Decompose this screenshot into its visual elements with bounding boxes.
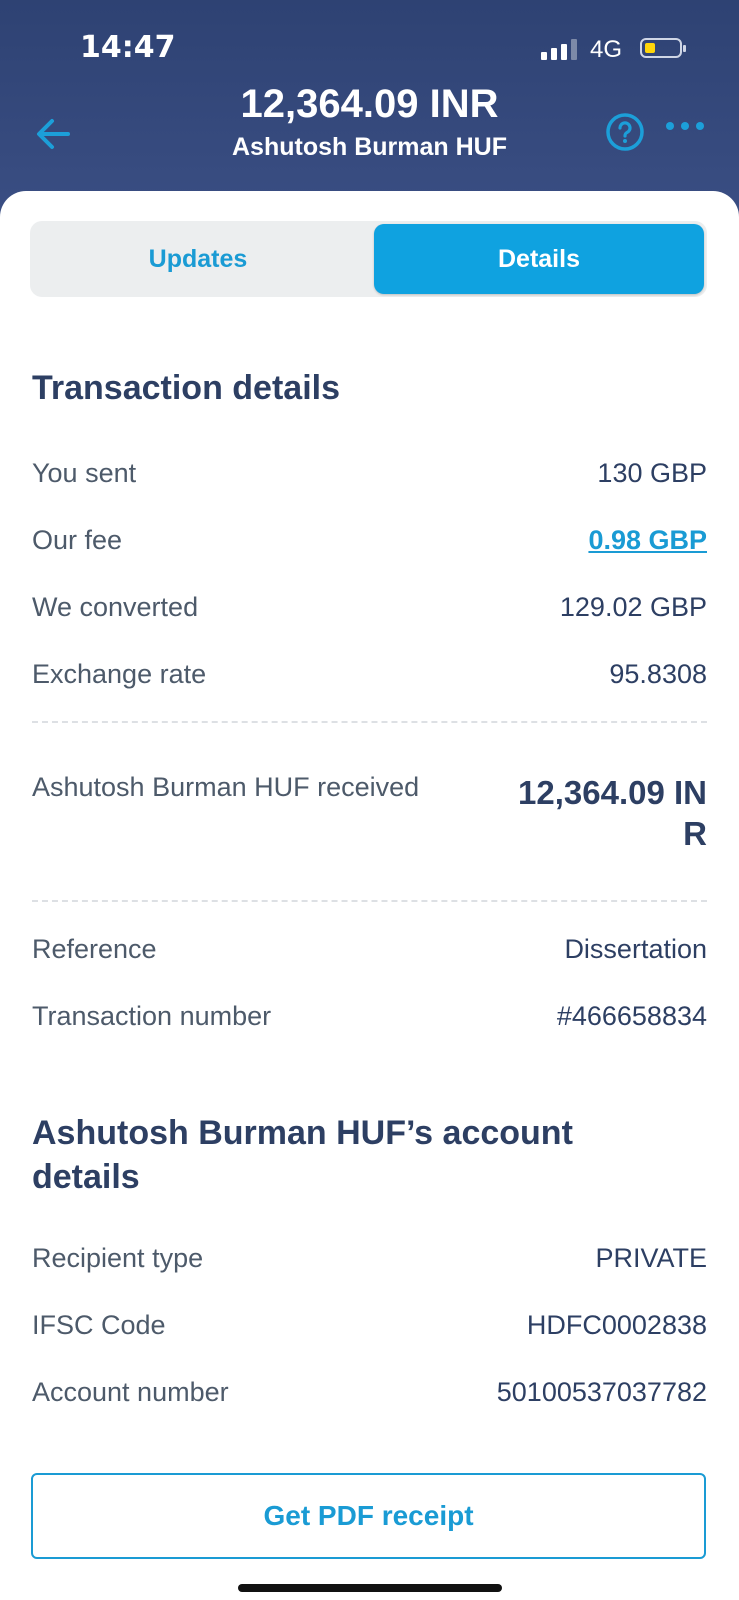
row-reference: Reference Dissertation — [32, 934, 707, 974]
recipient-type-value: PRIVATE — [595, 1243, 707, 1273]
more-dots-icon[interactable] — [666, 122, 704, 130]
divider — [32, 900, 707, 902]
ifsc-value: HDFC0002838 — [526, 1310, 707, 1340]
received-value: 12,364.09 INR — [518, 774, 707, 852]
row-account-number: Account number 50100537037782 — [32, 1377, 707, 1417]
fee-link[interactable]: 0.98 GBP — [588, 525, 707, 556]
account-number-label: Account number — [32, 1377, 229, 1407]
details-sheet: Updates Details Transaction details You … — [0, 191, 739, 1600]
fee-label: Our fee — [32, 525, 123, 555]
row-fee: Our fee 0.98 GBP — [32, 525, 707, 565]
tab-switcher: Updates Details — [30, 221, 707, 297]
tab-updates[interactable]: Updates — [33, 224, 363, 294]
transaction-number-label: Transaction number — [32, 1001, 272, 1031]
account-number-value: 50100537037782 — [496, 1377, 707, 1407]
network-type: 4G — [590, 36, 623, 63]
row-recipient-type: Recipient type PRIVATE — [32, 1243, 707, 1283]
received-label: Ashutosh Burman HUF received — [32, 772, 420, 802]
account-details-heading: Ashutosh Burman HUF’s account details — [32, 1114, 573, 1196]
row-transaction-number: Transaction number #466658834 — [32, 1001, 707, 1041]
transaction-number-value: #466658834 — [556, 1001, 707, 1031]
top-header: 14:47 4G 12,364.09 INR Ashutosh Burman H… — [0, 0, 739, 215]
converted-label: We converted — [32, 592, 199, 622]
get-pdf-receipt-button[interactable]: Get PDF receipt — [31, 1473, 706, 1559]
you-sent-value: 130 GBP — [597, 458, 707, 488]
recipient-type-label: Recipient type — [32, 1243, 204, 1273]
reference-label: Reference — [32, 934, 157, 964]
home-indicator[interactable] — [238, 1584, 502, 1592]
question-circle-icon[interactable] — [605, 112, 645, 152]
divider — [32, 721, 707, 723]
converted-value: 129.02 GBP — [559, 592, 707, 622]
status-time: 14:47 — [80, 30, 176, 65]
reference-value: Dissertation — [564, 934, 707, 964]
row-converted: We converted 129.02 GBP — [32, 592, 707, 632]
ifsc-label: IFSC Code — [32, 1310, 166, 1340]
you-sent-label: You sent — [32, 458, 137, 488]
battery-icon — [640, 38, 686, 58]
row-ifsc: IFSC Code HDFC0002838 — [32, 1310, 707, 1350]
rate-label: Exchange rate — [32, 659, 207, 689]
transaction-details-heading: Transaction details — [32, 369, 340, 407]
rate-value: 95.8308 — [609, 659, 707, 689]
row-exchange-rate: Exchange rate 95.8308 — [32, 659, 707, 699]
row-you-sent: You sent 130 GBP — [32, 458, 707, 498]
signal-icon — [541, 38, 577, 60]
tab-details[interactable]: Details — [374, 224, 704, 294]
